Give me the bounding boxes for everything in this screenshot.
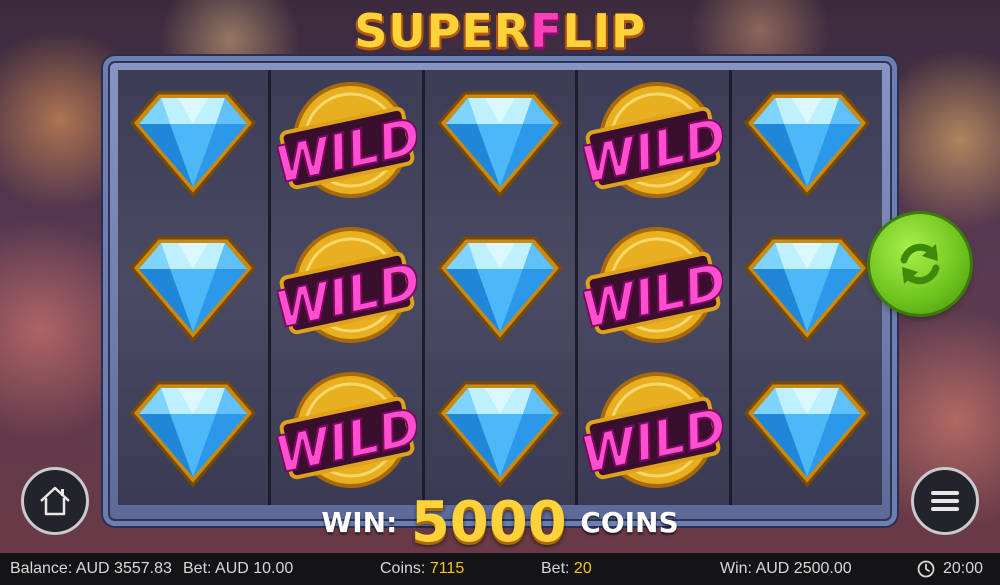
- status-bar: Balance: AUD 3557.83 Bet: AUD 10.00 Coin…: [0, 553, 1000, 585]
- refresh-icon: [900, 243, 940, 285]
- coins-display: Coins: 7115: [380, 560, 464, 578]
- logo-text-super: SUPER: [354, 4, 531, 58]
- clock-icon: [917, 560, 935, 578]
- reel-5: [731, 70, 883, 505]
- reel-3: [424, 70, 576, 505]
- bet-amount-label: Bet:: [183, 560, 212, 577]
- win-amount-value: AUD 2500.00: [755, 560, 852, 577]
- coin-bet-label: Bet:: [541, 560, 570, 577]
- wild-symbol: WILD: [583, 223, 723, 353]
- reel-grid: WILD WILD WILD WILD WILD WILD: [118, 70, 883, 505]
- diamond-symbol: [737, 368, 877, 498]
- wild-symbol: WILD: [277, 368, 417, 498]
- balance-display: Balance: AUD 3557.83: [10, 560, 172, 578]
- coin-bet-display[interactable]: Bet: 20: [541, 560, 592, 578]
- diamond-symbol: [737, 78, 877, 208]
- bet-amount-display: Bet: AUD 10.00: [183, 560, 293, 578]
- diamond-symbol: [430, 223, 570, 353]
- coin-bet-value: 20: [573, 560, 592, 577]
- win-amount: 5000: [410, 490, 567, 555]
- game-logo: SUPERFLIP: [0, 4, 1000, 58]
- spin-button[interactable]: [870, 214, 970, 314]
- clock-time: 20:00: [943, 560, 984, 577]
- win-banner: WIN: 5000 COINS: [0, 490, 1000, 555]
- diamond-symbol: [123, 78, 263, 208]
- diamond-symbol: [430, 368, 570, 498]
- balance-label: Balance:: [10, 560, 73, 577]
- bet-amount-value: AUD 10.00: [215, 560, 294, 577]
- diamond-symbol: [123, 223, 263, 353]
- wild-symbol: WILD: [583, 78, 723, 208]
- wild-symbol: WILD: [277, 78, 417, 208]
- reel-1: [118, 70, 269, 505]
- coins-value: 7115: [429, 560, 465, 577]
- clock: 20:00: [917, 560, 983, 578]
- diamond-symbol: [430, 78, 570, 208]
- win-unit: COINS: [580, 506, 679, 539]
- wild-symbol: WILD: [277, 223, 417, 353]
- coins-label: Coins:: [380, 560, 426, 577]
- reel-2: WILD WILD WILD: [271, 70, 422, 505]
- reel-4: WILD WILD WILD: [578, 70, 729, 505]
- win-label: WIN:: [321, 506, 398, 539]
- diamond-symbol: [737, 223, 877, 353]
- diamond-symbol: [123, 368, 263, 498]
- wild-symbol: WILD: [583, 368, 723, 498]
- win-amount-display: Win: AUD 2500.00: [720, 560, 852, 578]
- win-amount-label: Win:: [720, 560, 752, 577]
- logo-text-lip: LIP: [562, 4, 646, 58]
- balance-value: AUD 3557.83: [75, 560, 172, 577]
- logo-text-flip-letter: F: [530, 4, 563, 58]
